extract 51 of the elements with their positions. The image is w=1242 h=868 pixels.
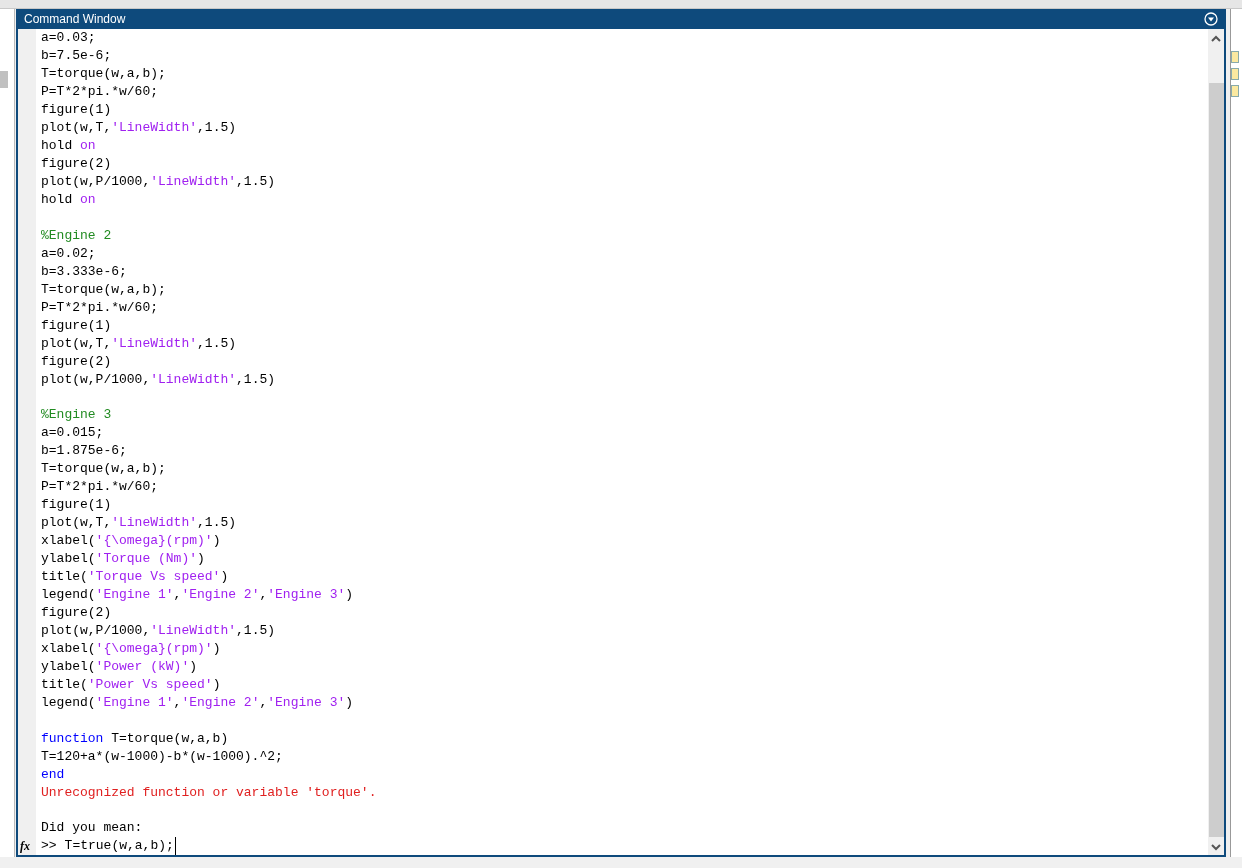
code-line: T=120+a*(w-1000)-b*(w-1000).^2; bbox=[41, 747, 284, 766]
code-line: a=0.015; bbox=[41, 424, 105, 442]
code-line: plot(w,T,'LineWidth',1.5) bbox=[41, 119, 238, 137]
dropdown-icon[interactable] bbox=[1204, 12, 1219, 26]
code-line: legend('Engine 1','Engine 2','Engine 3') bbox=[41, 586, 355, 604]
code-line: hold on bbox=[41, 191, 97, 209]
code-line: Unrecognized function or variable 'torque'. bbox=[41, 783, 378, 802]
code-line: figure(2) bbox=[41, 604, 113, 622]
code-line: b=1.875e-6; bbox=[41, 442, 128, 460]
code-line: xlabel('{\omega}(rpm)') bbox=[41, 640, 222, 658]
code-line: figure(1) bbox=[41, 101, 113, 119]
code-line: Did you mean: bbox=[41, 819, 144, 837]
code-line: b=7.5e-6; bbox=[41, 47, 113, 65]
code-line: function T=torque(w,a,b) bbox=[41, 729, 230, 748]
code-line: end bbox=[41, 765, 66, 784]
code-line: T=torque(w,a,b); bbox=[41, 65, 167, 83]
window-title: Command Window bbox=[24, 11, 126, 28]
code-line: T=torque(w,a,b); bbox=[41, 460, 167, 478]
code-line: plot(w,P/1000,'LineWidth',1.5) bbox=[41, 173, 277, 191]
code-line: ylabel('Power (kW)') bbox=[41, 658, 199, 676]
scroll-down-icon[interactable] bbox=[1211, 843, 1222, 851]
code-line: figure(1) bbox=[41, 496, 113, 514]
code-line: %Engine 3 bbox=[41, 406, 113, 424]
code-line: ylabel('Torque (Nm)') bbox=[41, 550, 206, 568]
code-line: title('Power Vs speed') bbox=[41, 676, 222, 694]
code-line: xlabel('{\omega}(rpm)') bbox=[41, 532, 222, 550]
code-line: title('Torque Vs speed') bbox=[41, 568, 230, 586]
code-line: legend('Engine 1','Engine 2','Engine 3') bbox=[41, 694, 355, 712]
code-line: T=torque(w,a,b); bbox=[41, 280, 167, 299]
code-line: plot(w,P/1000,'LineWidth',1.5) bbox=[41, 622, 277, 640]
code-line: P=T*2*pi.*w/60; bbox=[41, 83, 159, 101]
code-line: plot(w,T,'LineWidth',1.5) bbox=[41, 334, 238, 353]
code-line: a=0.03; bbox=[41, 29, 97, 47]
scroll-up-icon[interactable] bbox=[1211, 35, 1222, 43]
code-line: b=3.333e-6; bbox=[41, 262, 128, 281]
code-line: P=T*2*pi.*w/60; bbox=[41, 298, 159, 317]
code-line: plot(w,P/1000,'LineWidth',1.5) bbox=[41, 370, 277, 389]
file-icon bbox=[1231, 51, 1240, 63]
code-line: figure(2) bbox=[41, 155, 113, 173]
file-icon bbox=[1231, 85, 1240, 97]
code-line: P=T*2*pi.*w/60; bbox=[41, 478, 159, 496]
code-line: figure(2) bbox=[41, 352, 113, 371]
code-line: plot(w,T,'LineWidth',1.5) bbox=[41, 514, 238, 532]
file-icon bbox=[1231, 68, 1240, 80]
code-line: hold on bbox=[41, 137, 97, 155]
code-line: %Engine 2 bbox=[41, 226, 113, 245]
prompt-symbol: >> bbox=[41, 837, 57, 855]
code-line: figure(1) bbox=[41, 316, 113, 335]
code-line: a=0.02; bbox=[41, 244, 97, 263]
function-icon[interactable]: fx bbox=[18, 837, 36, 855]
command-input[interactable]: T=true(w,a,b); bbox=[64, 837, 176, 855]
